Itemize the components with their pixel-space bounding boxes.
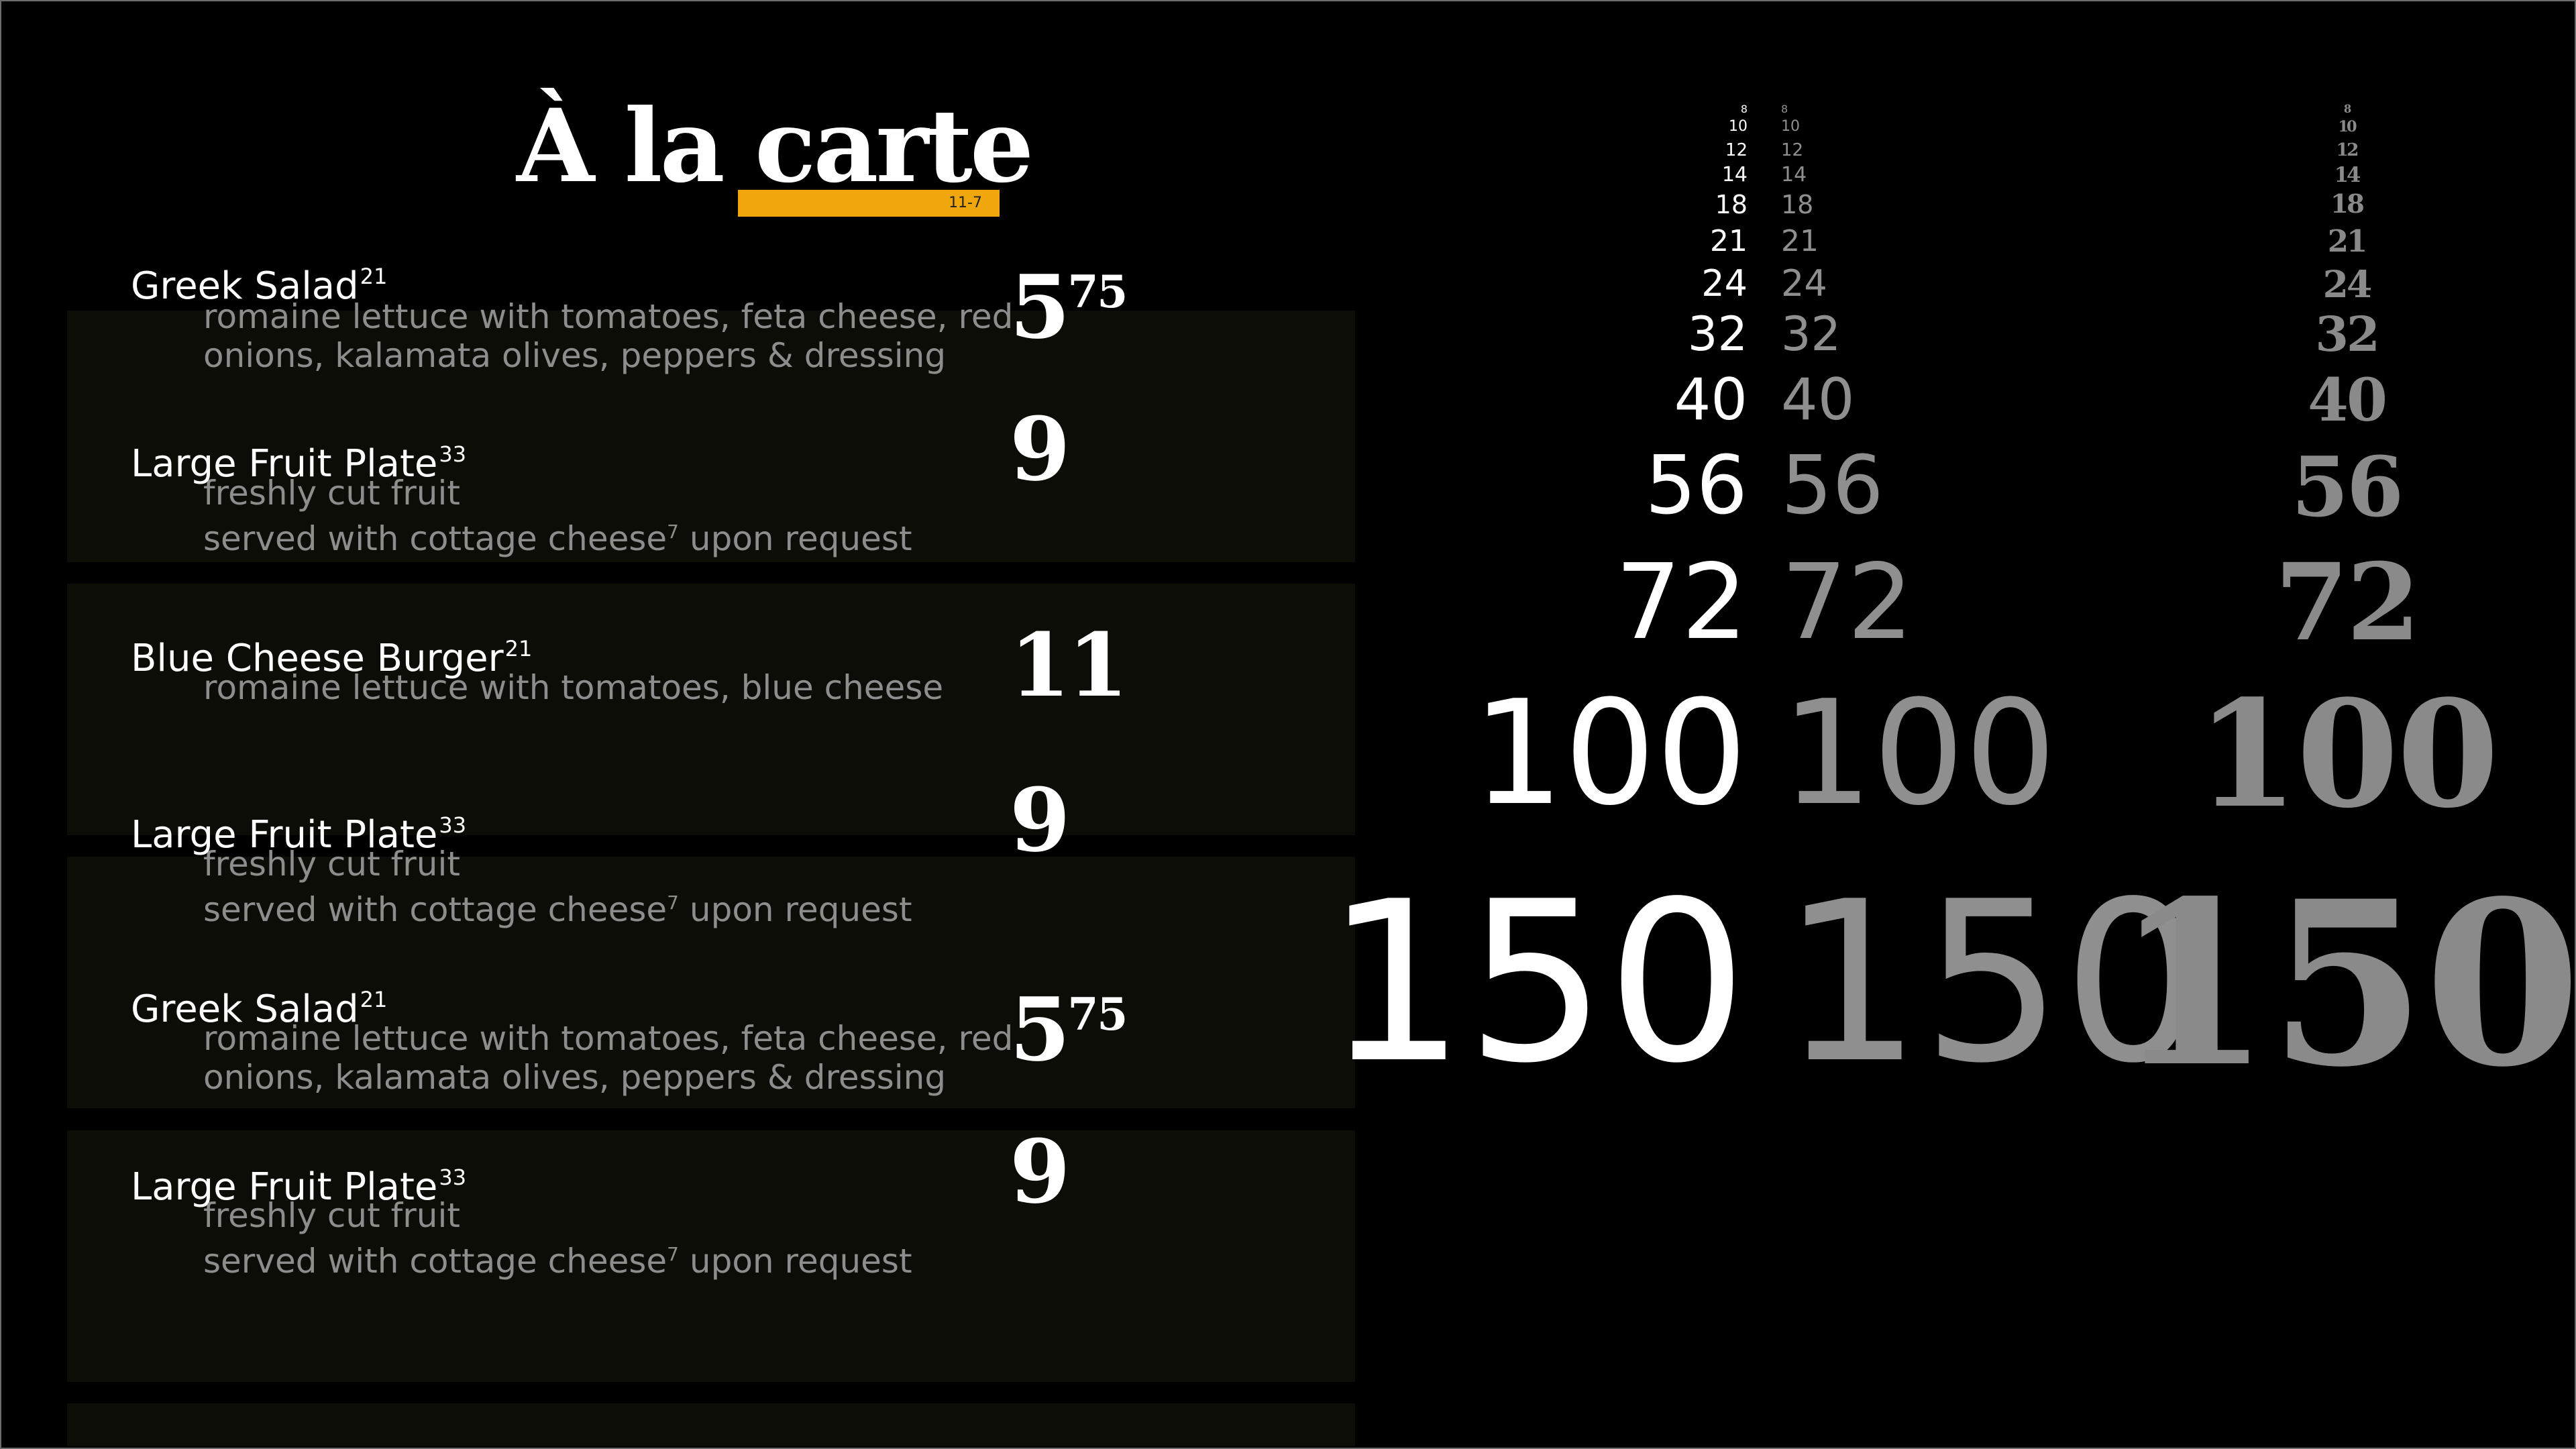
hours-label: 11-7 [949,195,982,211]
dish-description: freshly cut fruit served with cottage che… [203,845,912,929]
type-scale-label: 72 [2274,541,2420,665]
type-scale-label: 32 [1687,307,1748,362]
type-scale-label: 24 [2322,262,2373,306]
type-scale-label: 100 [2196,667,2500,841]
type-scale-label: 100 [1472,669,1748,837]
dish-price: 575 [1010,256,1128,358]
type-scale-label: 24 [1701,262,1748,305]
type-scale-label: 56 [1781,439,1884,533]
type-scale-label: 12 [2336,140,2359,160]
type-scale-label: 150 [1325,854,1748,1112]
type-scale-label: 150 [2114,852,2576,1117]
dish-price: 9 [1010,1120,1070,1223]
dish-description: romaine lettuce with tomatoes, feta chee… [203,297,1014,375]
hours-tag: 11-7 [738,190,1000,217]
type-scale-label: 56 [2291,439,2404,535]
dish-price: 575 [1010,978,1128,1081]
type-scale-label: 14 [1721,163,1748,186]
type-scale-label: 12 [1781,140,1804,160]
type-scale-label: 56 [1645,439,1748,533]
type-scale-label: 10 [2338,118,2357,136]
type-scale-label: 8 [1740,103,1748,115]
type-scale-label: 18 [1781,190,1814,219]
menu-panel [67,1403,1355,1446]
type-scale-label: 8 [2343,103,2351,115]
type-scale-label: 40 [2307,366,2387,435]
type-scale-label: 72 [1615,541,1748,663]
type-scale-label: 8 [1781,103,1788,115]
type-scale-label: 14 [2334,163,2361,187]
type-scale-label: 40 [1781,366,1855,433]
type-scale-label: 21 [1710,224,1748,258]
type-scale-label: 100 [1781,669,2057,837]
dish-description: romaine lettuce with tomatoes, blue chee… [203,668,944,707]
type-scale-label: 21 [2327,223,2367,259]
type-scale-label: 14 [1781,163,1807,186]
type-scale-label: 10 [1729,118,1748,135]
dish-description: freshly cut fruit served with cottage che… [203,1196,912,1281]
type-scale-label: 21 [1781,224,1819,258]
dish-price: 9 [1010,769,1070,871]
type-scale-label: 12 [1725,140,1748,160]
type-scale-label: 18 [1715,190,1748,219]
type-scale-label: 72 [1781,541,1914,663]
type-scale-label: 10 [1781,118,1800,135]
menu-title: À la carte [517,87,1034,205]
dish-description: romaine lettuce with tomatoes, feta chee… [203,1019,1014,1097]
dish-price: 11 [1010,614,1128,716]
type-scale-label: 32 [2315,306,2379,362]
dish-price: 9 [1010,398,1070,500]
type-scale-label: 18 [2330,189,2365,219]
type-scale-label: 32 [1781,307,1841,362]
dish-description: freshly cut fruit served with cottage che… [203,474,912,558]
type-scale-label: 24 [1781,262,1827,305]
menu-panel [67,584,1355,835]
type-scale-label: 40 [1674,366,1748,433]
